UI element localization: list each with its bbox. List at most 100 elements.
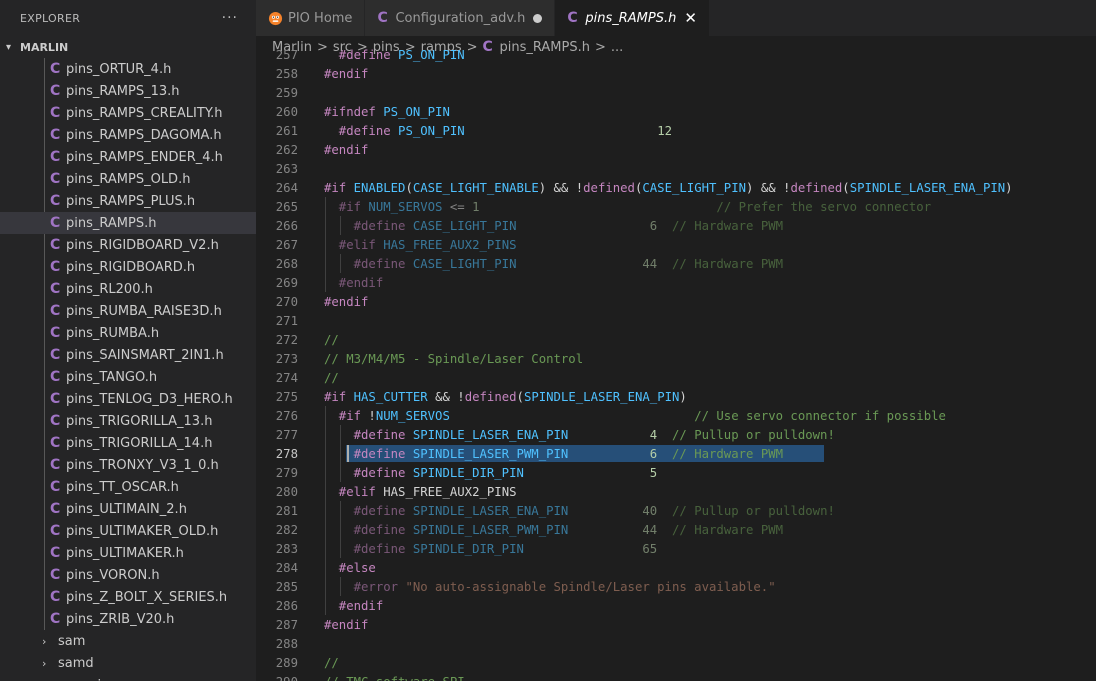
code-line[interactable]: 275 #if HAS_CUTTER && !defined(SPINDLE_LA… bbox=[256, 387, 1096, 406]
code-token: // Pullup or pulldown! bbox=[671, 427, 835, 442]
code-line[interactable]: 288 bbox=[256, 634, 1096, 653]
code-editor[interactable]: 257 #define PS_ON_PIN 258 #endif 259 260 #if… bbox=[256, 45, 1096, 681]
code-line[interactable]: 267 #elif HAS_FREE_AUX2_PINS bbox=[256, 235, 1096, 254]
more-actions-icon[interactable]: ··· bbox=[222, 10, 238, 26]
tab-pio-home[interactable]: PIO Home bbox=[256, 0, 366, 36]
code-token: CASE_LIGHT_PIN bbox=[412, 256, 517, 271]
file-item[interactable]: Cpins_TT_OSCAR.h bbox=[0, 476, 256, 498]
file-item[interactable]: Cpins_Z_BOLT_X_SERIES.h bbox=[0, 586, 256, 608]
file-item[interactable]: Cpins_RAMPS_ENDER_4.h bbox=[0, 146, 256, 168]
c-file-icon: C bbox=[50, 193, 61, 209]
code-line[interactable]: 277 #define SPINDLE_LASER_ENA_PIN 4 // P… bbox=[256, 425, 1096, 444]
file-item[interactable]: Cpins_ORTUR_4.h bbox=[0, 58, 256, 80]
file-item[interactable]: Cpins_TRIGORILLA_13.h bbox=[0, 410, 256, 432]
folder-item[interactable]: › sam bbox=[0, 630, 256, 652]
folder-label: sanguino bbox=[58, 678, 117, 681]
code-line[interactable]: 279 #define SPINDLE_DIR_PIN 5 bbox=[256, 463, 1096, 482]
code-token: PS_ON_PIN bbox=[383, 104, 450, 119]
folder-item[interactable]: ›sanguino bbox=[0, 674, 256, 681]
file-item[interactable]: Cpins_TENLOG_D3_HERO.h bbox=[0, 388, 256, 410]
code-line[interactable]: 272 // bbox=[256, 330, 1096, 349]
code-line[interactable]: 282 #define SPINDLE_LASER_PWM_PIN 44 // … bbox=[256, 520, 1096, 539]
line-number: 276 bbox=[275, 408, 298, 423]
code-line[interactable]: 284 #else bbox=[256, 558, 1096, 577]
code-line[interactable]: 283 #define SPINDLE_DIR_PIN 65 bbox=[256, 539, 1096, 558]
code-token: SPINDLE_LASER_PWM_PIN bbox=[412, 446, 569, 461]
file-item[interactable]: Cpins_SAINSMART_2IN1.h bbox=[0, 344, 256, 366]
code-token: // Hardware PWM bbox=[672, 522, 784, 537]
file-item[interactable]: Cpins_RAMPS_DAGOMA.h bbox=[0, 124, 256, 146]
code-token: defined bbox=[790, 180, 843, 195]
code-line[interactable]: 264 #if ENABLED(CASE_LIGHT_ENABLE) && !de… bbox=[256, 178, 1096, 197]
unsaved-dot-icon[interactable] bbox=[533, 13, 543, 23]
line-number: 269 bbox=[275, 275, 298, 290]
line-number: 270 bbox=[275, 294, 298, 309]
code-line[interactable]: 276 #if !NUM_SERVOS // Use servo connect… bbox=[256, 406, 1096, 425]
code-token: <= bbox=[442, 199, 473, 214]
file-item[interactable]: Cpins_RIGIDBOARD_V2.h bbox=[0, 234, 256, 256]
file-item[interactable]: Cpins_RL200.h bbox=[0, 278, 256, 300]
folder-item[interactable]: › samd bbox=[0, 652, 256, 674]
code-line[interactable]: 263 bbox=[256, 159, 1096, 178]
line-code: #define SPINDLE_LASER_ENA_PIN 40 // Pull… bbox=[324, 504, 835, 518]
file-item[interactable]: Cpins_TANGO.h bbox=[0, 366, 256, 388]
code-line[interactable]: 271 bbox=[256, 311, 1096, 330]
code-line[interactable]: 274 // bbox=[256, 368, 1096, 387]
code-line[interactable]: 269 #endif bbox=[256, 273, 1096, 292]
c-file-icon: C bbox=[50, 215, 61, 231]
code-line[interactable]: 257 #define PS_ON_PIN bbox=[256, 45, 1096, 64]
file-item[interactable]: Cpins_ULTIMAIN_2.h bbox=[0, 498, 256, 520]
tab-pins-ramps[interactable]: C pins_RAMPS.h ✕ bbox=[555, 0, 710, 36]
file-item[interactable]: Cpins_ZRIB_V20.h bbox=[0, 608, 256, 630]
file-item[interactable]: Cpins_TRONXY_V3_1_0.h bbox=[0, 454, 256, 476]
folder-label: samd bbox=[58, 655, 94, 671]
c-file-icon: C bbox=[50, 611, 61, 627]
tab-configuration-adv[interactable]: C Configuration_adv.h bbox=[365, 0, 556, 36]
file-item[interactable]: Cpins_RAMPS_PLUS.h bbox=[0, 190, 256, 212]
close-icon[interactable]: ✕ bbox=[684, 9, 697, 27]
code-line[interactable]: 265 #if NUM_SERVOS <= 1 // Prefer the se… bbox=[256, 197, 1096, 216]
file-item[interactable]: Cpins_RUMBA.h bbox=[0, 322, 256, 344]
file-label: pins_RAMPS_13.h bbox=[66, 83, 180, 99]
file-item[interactable]: Cpins_RAMPS_CREALITY.h bbox=[0, 102, 256, 124]
code-line[interactable]: 278 #define SPINDLE_LASER_PWM_PIN 6 // H… bbox=[256, 444, 1096, 463]
file-item[interactable]: Cpins_ULTIMAKER.h bbox=[0, 542, 256, 564]
file-item[interactable]: Cpins_ULTIMAKER_OLD.h bbox=[0, 520, 256, 542]
code-line[interactable]: 261 #define PS_ON_PIN 12 bbox=[256, 121, 1096, 140]
code-line[interactable]: 266 #define CASE_LIGHT_PIN 6 // Hardware… bbox=[256, 216, 1096, 235]
code-line[interactable]: 286 #endif bbox=[256, 596, 1096, 615]
code-line[interactable]: 287 #endif bbox=[256, 615, 1096, 634]
c-file-icon: C bbox=[50, 523, 61, 539]
code-token: #define bbox=[324, 123, 399, 138]
code-line[interactable]: 262 #endif bbox=[256, 140, 1096, 159]
code-line[interactable]: 273 // M3/M4/M5 - Spindle/Laser Control bbox=[256, 349, 1096, 368]
code-line[interactable]: 290 // TMC software SPI bbox=[256, 672, 1096, 681]
file-item[interactable]: Cpins_VORON.h bbox=[0, 564, 256, 586]
file-item[interactable]: Cpins_RAMPS_OLD.h bbox=[0, 168, 256, 190]
line-code: // TMC software SPI bbox=[324, 675, 465, 681]
c-file-icon: C bbox=[50, 369, 61, 385]
file-item[interactable]: Cpins_RAMPS_13.h bbox=[0, 80, 256, 102]
line-code: #define SPINDLE_DIR_PIN 65 bbox=[324, 542, 658, 556]
file-label: pins_RL200.h bbox=[66, 281, 153, 297]
file-item[interactable]: Cpins_RUMBA_RAISE3D.h bbox=[0, 300, 256, 322]
workspace-root-folder[interactable]: ▾ MARLIN bbox=[0, 36, 256, 58]
code-line[interactable]: 268 #define CASE_LIGHT_PIN 44 // Hardwar… bbox=[256, 254, 1096, 273]
file-item[interactable]: Cpins_RAMPS.h bbox=[0, 212, 256, 234]
file-item[interactable]: Cpins_RIGIDBOARD.h bbox=[0, 256, 256, 278]
code-line[interactable]: 289 // bbox=[256, 653, 1096, 672]
code-line[interactable]: 281 #define SPINDLE_LASER_ENA_PIN 40 // … bbox=[256, 501, 1096, 520]
code-line[interactable]: 270 #endif bbox=[256, 292, 1096, 311]
code-line[interactable]: 285 #error "No auto-assignable Spindle/L… bbox=[256, 577, 1096, 596]
file-label: pins_RAMPS_CREALITY.h bbox=[66, 105, 223, 121]
code-line[interactable]: 260 #ifndef PS_ON_PIN bbox=[256, 102, 1096, 121]
code-line[interactable]: 280 #elif HAS_FREE_AUX2_PINS bbox=[256, 482, 1096, 501]
file-label: pins_TRIGORILLA_14.h bbox=[66, 435, 213, 451]
line-number: 280 bbox=[275, 484, 298, 499]
c-file-icon: C bbox=[50, 391, 61, 407]
code-line[interactable]: 259 bbox=[256, 83, 1096, 102]
code-line[interactable]: 258 #endif bbox=[256, 64, 1096, 83]
file-item[interactable]: Cpins_TRIGORILLA_14.h bbox=[0, 432, 256, 454]
